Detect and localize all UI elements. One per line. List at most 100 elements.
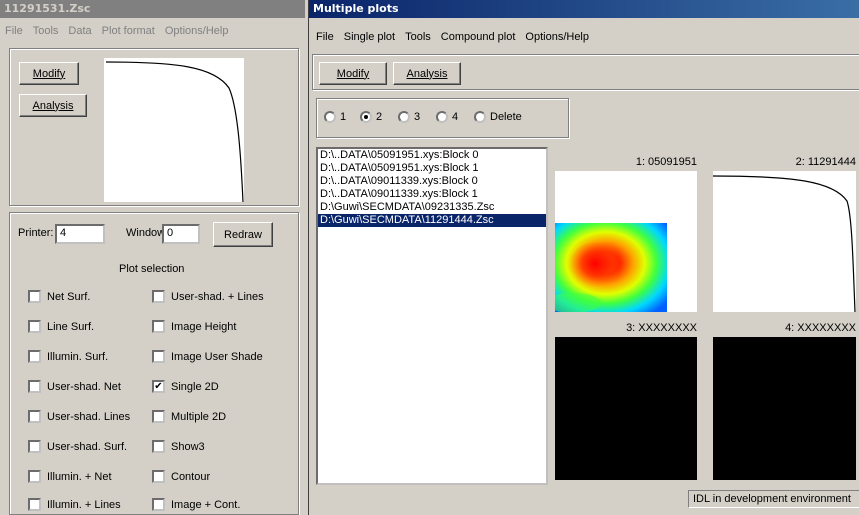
checkbox-box[interactable] <box>152 470 165 483</box>
checkbox-label: Line Surf. <box>47 320 95 333</box>
checkbox-image-cont[interactable]: Image + Cont. <box>152 498 240 511</box>
checkbox-line-surf[interactable]: Line Surf. <box>28 320 94 333</box>
checkbox-box[interactable] <box>152 498 165 511</box>
checkbox-box[interactable] <box>28 350 41 363</box>
checkbox-user-shad-surf[interactable]: User-shad. Surf. <box>28 440 127 453</box>
preview-plot <box>104 58 244 203</box>
checkbox-show3[interactable]: Show3 <box>152 440 205 453</box>
checkbox-box[interactable] <box>152 350 165 363</box>
left-window-title[interactable]: 11291531.Zsc <box>0 0 305 18</box>
plot-3-label: 3: XXXXXXXX <box>626 322 697 334</box>
checkbox-label: Net Surf. <box>47 290 91 303</box>
checkbox-single-2d[interactable]: ✔ Single 2D <box>152 380 219 393</box>
radio-slot-2[interactable]: 2 <box>360 111 382 123</box>
list-item[interactable]: D:\..DATA\05091951.xys:Block 1 <box>318 162 546 175</box>
checkbox-image-height[interactable]: Image Height <box>152 320 236 333</box>
checkbox-box[interactable] <box>152 410 165 423</box>
list-item[interactable]: D:\..DATA\09011339.xys:Block 1 <box>318 188 546 201</box>
checkbox-illumin-net[interactable]: Illumin. + Net <box>28 470 112 483</box>
checkbox-user-shad-net[interactable]: User-shad. Net <box>28 380 121 393</box>
checkbox-box[interactable] <box>28 380 41 393</box>
radio-delete[interactable]: Delete <box>474 111 522 123</box>
checkbox-label: Illumin. + Net <box>47 470 112 483</box>
radio-label: 3 <box>414 111 421 123</box>
modify-button-label: Modify <box>336 67 370 80</box>
heatmap-image <box>545 223 667 313</box>
plot-selection-label: Plot selection <box>119 263 185 275</box>
plot-window-left: 11291531.Zsc File Tools Data Plot format… <box>0 0 305 515</box>
checkbox-box[interactable] <box>152 290 165 303</box>
toolbar-group: Modify Analysis <box>312 54 859 90</box>
list-item[interactable]: D:\..DATA\09011339.xys:Block 0 <box>318 175 546 188</box>
radio-slot-3[interactable]: 3 <box>398 111 420 123</box>
checkbox-label: Contour <box>171 470 211 483</box>
window-input[interactable]: 0 <box>162 224 200 244</box>
right-window-title[interactable]: Multiple plots <box>309 0 859 18</box>
checkbox-image-user-shade[interactable]: Image User Shade <box>152 350 263 363</box>
radio-label: 1 <box>340 111 347 123</box>
status-bar: IDL in development environment <box>688 490 859 508</box>
checkbox-box[interactable] <box>28 498 41 511</box>
menu-options-help[interactable]: Options/Help <box>160 23 234 41</box>
plot-1-image[interactable] <box>545 171 697 313</box>
modify-button[interactable]: Modify <box>19 62 79 85</box>
menu-tools[interactable]: Tools <box>400 29 436 47</box>
menu-options-help[interactable]: Options/Help <box>520 29 594 47</box>
menu-file[interactable]: File <box>0 23 28 41</box>
plot-4-label: 4: XXXXXXXX <box>785 322 856 334</box>
checkbox-label: Image Height <box>171 320 237 333</box>
plot-2-image[interactable] <box>712 171 856 313</box>
multiple-plots-window: Multiple plots File Single plot Tools Co… <box>308 0 859 515</box>
analysis-button[interactable]: Analysis <box>393 62 461 85</box>
menu-tools[interactable]: Tools <box>28 23 64 41</box>
checkbox-user-shad-lines[interactable]: User-shad. + Lines <box>152 290 264 303</box>
checkbox-box[interactable] <box>28 290 41 303</box>
file-listbox[interactable]: D:\..DATA\05091951.xys:Block 0 D:\..DATA… <box>316 147 548 485</box>
checkbox-label: Single 2D <box>171 380 219 393</box>
left-menubar: File Tools Data Plot format Options/Help <box>0 23 233 41</box>
checkbox-illumin-surf[interactable]: Illumin. Surf. <box>28 350 108 363</box>
modify-button[interactable]: Modify <box>319 62 387 85</box>
checkbox-contour[interactable]: Contour <box>152 470 210 483</box>
menu-single-plot[interactable]: Single plot <box>339 29 400 47</box>
printer-label: Printer: <box>18 227 54 239</box>
list-item-selected[interactable]: D:\Guwi\SECMDATA\11291444.Zsc <box>318 214 546 227</box>
menu-data[interactable]: Data <box>63 23 96 41</box>
menu-compound-plot[interactable]: Compound plot <box>436 29 521 47</box>
checkbox-multiple-2d[interactable]: Multiple 2D <box>152 410 226 423</box>
radio-slot-1[interactable]: 1 <box>324 111 346 123</box>
checkbox-user-shad-lines-2[interactable]: User-shad. Lines <box>28 410 130 423</box>
checkbox-label: Show3 <box>171 440 205 453</box>
radio-circle[interactable] <box>474 111 486 123</box>
checkbox-label: Multiple 2D <box>171 410 227 423</box>
plot-3-image[interactable] <box>555 337 697 480</box>
checkbox-label: Image + Cont. <box>171 498 241 511</box>
checkbox-box[interactable] <box>28 440 41 453</box>
radio-circle[interactable] <box>436 111 448 123</box>
list-item[interactable]: D:\Guwi\SECMDATA\09231335.Zsc <box>318 201 546 214</box>
plot-4-image[interactable] <box>713 337 856 480</box>
list-item[interactable]: D:\..DATA\05091951.xys:Block 0 <box>318 149 546 162</box>
menu-file[interactable]: File <box>311 29 339 47</box>
redraw-button[interactable]: Redraw <box>213 222 273 247</box>
radio-circle-selected[interactable] <box>360 111 372 123</box>
analysis-button[interactable]: Analysis <box>19 94 87 117</box>
checkbox-box-checked[interactable]: ✔ <box>152 380 165 393</box>
menu-plot-format[interactable]: Plot format <box>97 23 160 41</box>
checkbox-box[interactable] <box>152 440 165 453</box>
checkbox-label: User-shad. Surf. <box>47 440 128 453</box>
radio-label: 4 <box>452 111 459 123</box>
radio-label: 2 <box>376 111 383 123</box>
checkbox-box[interactable] <box>28 470 41 483</box>
checkbox-box[interactable] <box>28 320 41 333</box>
checkbox-net-surf[interactable]: Net Surf. <box>28 290 90 303</box>
radio-circle[interactable] <box>324 111 336 123</box>
checkbox-box[interactable] <box>152 320 165 333</box>
plot-1-label: 1: 05091951 <box>635 156 697 168</box>
radio-circle[interactable] <box>398 111 410 123</box>
checkbox-illumin-lines[interactable]: Illumin. + Lines <box>28 498 121 511</box>
printer-input[interactable]: 4 <box>55 224 105 244</box>
checkbox-box[interactable] <box>28 410 41 423</box>
options-group: Printer: 4 Window: 0 Redraw Plot selecti… <box>9 212 299 515</box>
radio-slot-4[interactable]: 4 <box>436 111 458 123</box>
